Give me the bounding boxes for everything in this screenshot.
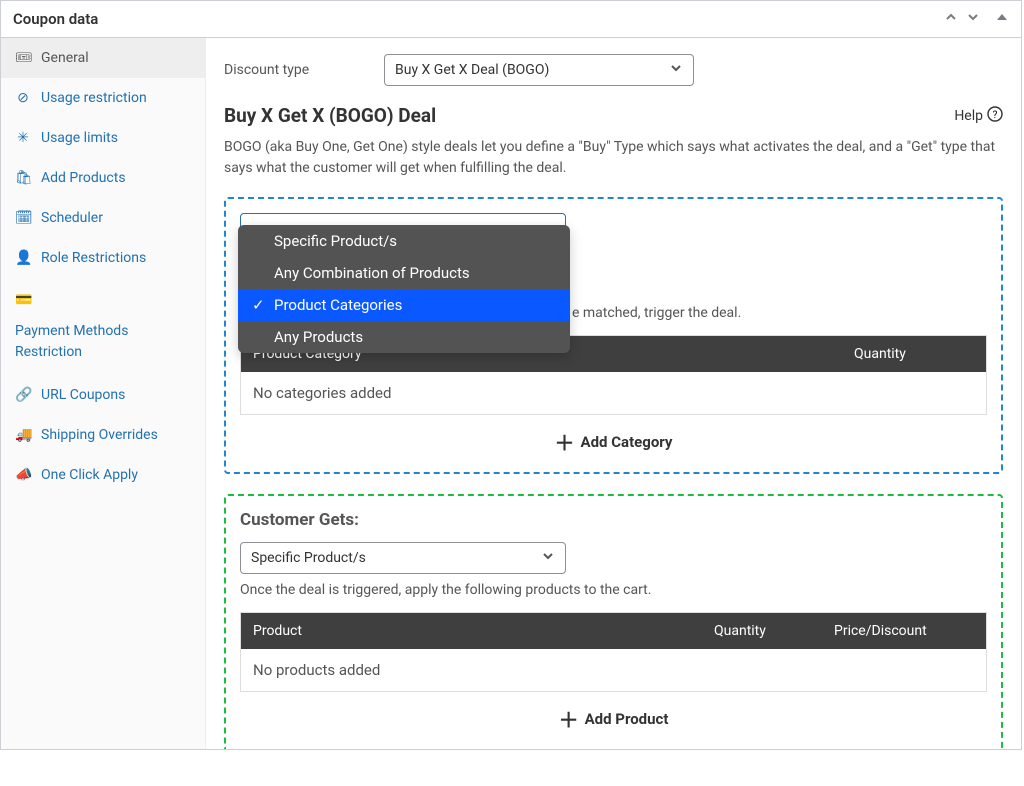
add-product-button[interactable]: ＋ Add Product — [240, 692, 987, 735]
svg-text:?: ? — [993, 110, 998, 121]
sidebar-item-label: Shipping Overrides — [41, 427, 158, 443]
sidebar-item-label: URL Coupons — [41, 387, 125, 403]
bag-icon: 🛍 — [15, 170, 31, 186]
add-category-button[interactable]: ＋ Add Category — [240, 415, 987, 458]
panel-collapse-icon[interactable] — [995, 10, 1009, 28]
sidebar-item-add-products[interactable]: 🛍 Add Products — [1, 158, 205, 198]
discount-type-label: Discount type — [224, 62, 324, 78]
sidebar-item-usage-restriction[interactable]: ⊘ Usage restriction — [1, 78, 205, 118]
sidebar-item-scheduler[interactable]: 🗓 Scheduler — [1, 198, 205, 238]
sidebar-item-shipping-overrides[interactable]: 🚚 Shipping Overrides — [1, 415, 205, 455]
sidebar-item-label: Payment Methods Restriction — [15, 321, 191, 363]
sidebar: 🎟 General ⊘ Usage restriction ✳ Usage li… — [1, 38, 206, 749]
chevron-down-icon — [669, 61, 683, 79]
calendar-icon: 🗓 — [15, 210, 31, 226]
megaphone-icon: 📣 — [15, 467, 31, 483]
sidebar-item-label: Add Products — [41, 170, 126, 186]
sidebar-item-label: One Click Apply — [41, 467, 138, 483]
dropdown-option-any-combination[interactable]: Any Combination of Products — [238, 257, 570, 289]
panel-title: Coupon data — [13, 10, 98, 28]
sidebar-item-usage-limits[interactable]: ✳ Usage limits — [1, 118, 205, 158]
dropdown-option-any-products[interactable]: Any Products — [238, 321, 570, 353]
buys-table-empty: No categories added — [241, 372, 986, 414]
panel-move-down-icon[interactable] — [965, 9, 981, 29]
add-product-label: Add Product — [585, 710, 669, 728]
chevron-down-icon — [541, 549, 555, 567]
customer-gets-box: Customer Gets: Specific Product/s Once t… — [224, 494, 1003, 749]
table-header-quantity: Quantity — [854, 346, 974, 362]
ticket-icon: 🎟 — [15, 50, 31, 66]
buys-type-dropdown: Specific Product/s Any Combination of Pr… — [238, 225, 570, 353]
sidebar-item-payment-methods-restriction[interactable]: 💳 Payment Methods Restriction — [1, 278, 205, 375]
description: BOGO (aka Buy One, Get One) style deals … — [224, 137, 1003, 179]
help-link[interactable]: Help ? — [954, 106, 1003, 126]
sidebar-item-one-click-apply[interactable]: 📣 One Click Apply — [1, 455, 205, 495]
help-icon: ? — [987, 106, 1003, 126]
table-header-price-discount: Price/Discount — [834, 623, 974, 639]
link-icon: 🔗 — [15, 387, 31, 403]
gets-table-empty: No products added — [241, 649, 986, 691]
gets-type-value: Specific Product/s — [251, 550, 366, 566]
gets-table: Product Quantity Price/Discount No produ… — [240, 612, 987, 692]
help-label: Help — [954, 108, 983, 124]
add-category-label: Add Category — [581, 433, 673, 451]
ban-icon: ⊘ — [15, 90, 31, 106]
discount-type-select[interactable]: Buy X Get X Deal (BOGO) — [384, 54, 694, 86]
gets-help: Once the deal is triggered, apply the fo… — [240, 582, 987, 598]
sidebar-item-label: Usage limits — [41, 130, 118, 146]
sidebar-item-url-coupons[interactable]: 🔗 URL Coupons — [1, 375, 205, 415]
sidebar-item-label: General — [41, 50, 89, 66]
sidebar-item-role-restrictions[interactable]: 👤 Role Restrictions — [1, 238, 205, 278]
sidebar-item-general[interactable]: 🎟 General — [1, 38, 205, 78]
dropdown-option-specific-products[interactable]: Specific Product/s — [238, 225, 570, 257]
panel-header: Coupon data — [1, 1, 1021, 38]
sidebar-item-label: Usage restriction — [41, 90, 147, 106]
panel-move-up-icon[interactable] — [943, 9, 959, 29]
sidebar-item-label: Scheduler — [41, 210, 103, 226]
main-content: Discount type Buy X Get X Deal (BOGO) Bu… — [206, 38, 1021, 749]
gets-type-select[interactable]: Specific Product/s — [240, 542, 566, 574]
plus-icon: ＋ — [559, 704, 579, 733]
truck-icon: 🚚 — [15, 427, 31, 443]
table-header-quantity: Quantity — [714, 623, 834, 639]
discount-type-value: Buy X Get X Deal (BOGO) — [395, 62, 549, 78]
sidebar-item-label: Role Restrictions — [41, 250, 146, 266]
card-icon: 💳 — [15, 290, 31, 311]
user-icon: 👤 — [15, 250, 31, 266]
customer-buys-box: Specific Product/s Any Combination of Pr… — [224, 197, 1003, 474]
limits-icon: ✳ — [15, 130, 31, 146]
plus-icon: ＋ — [555, 427, 575, 456]
page-heading: Buy X Get X (BOGO) Deal — [224, 104, 436, 127]
table-header-product: Product — [253, 623, 714, 639]
dropdown-option-product-categories[interactable]: Product Categories — [238, 289, 570, 321]
gets-title: Customer Gets: — [240, 510, 987, 530]
